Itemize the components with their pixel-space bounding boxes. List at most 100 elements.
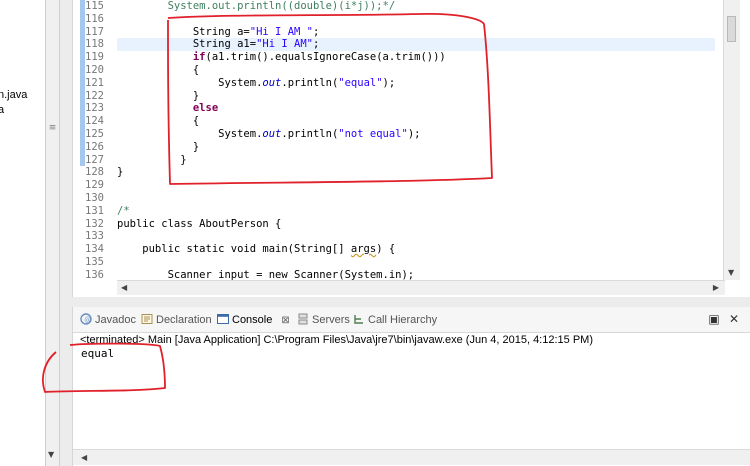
code-token: }: [117, 153, 187, 166]
declaration-icon: [141, 314, 153, 324]
console-output[interactable]: equal: [81, 347, 114, 361]
code-token: .println(: [281, 76, 339, 89]
line-number: 118: [85, 38, 104, 51]
package-explorer-item[interactable]: n.java: [0, 89, 27, 101]
svg-text:@: @: [84, 316, 91, 324]
code-token: );: [407, 128, 421, 140]
line-number: 123: [85, 102, 104, 115]
console-icon: [217, 314, 229, 324]
tab-label: Console: [232, 314, 273, 326]
scroll-down-arrow-icon[interactable]: ▼: [728, 268, 734, 277]
close-tab-icon[interactable]: ⊠: [281, 315, 289, 326]
view-sash[interactable]: [60, 0, 72, 466]
code-line[interactable]: String a1="Hi I AM";: [117, 38, 319, 51]
line-number: 131: [85, 204, 104, 217]
scroll-left-arrow-icon[interactable]: ◀: [81, 453, 87, 462]
scroll-left-arrow-icon[interactable]: ◀: [121, 283, 127, 292]
pane-divider[interactable]: [72, 297, 750, 307]
servers-icon: [298, 313, 308, 325]
code-token: "not equal": [338, 128, 408, 140]
line-number: 117: [85, 25, 104, 38]
code-token: String a1=: [117, 38, 257, 51]
code-token: else: [192, 102, 219, 115]
code-line[interactable]: {: [117, 64, 199, 77]
code-token: System.: [117, 76, 263, 89]
code-token: out: [262, 76, 282, 89]
code-line[interactable]: System.out.println("equal");: [117, 77, 395, 90]
code-token: args: [350, 243, 377, 256]
tab-console[interactable]: Console ⊠: [217, 312, 290, 328]
editor-annotation-ruler: [73, 0, 78, 297]
code-token: {: [117, 115, 200, 128]
tab-label: Servers: [312, 314, 350, 326]
code-line[interactable]: public class AboutPerson {: [117, 218, 281, 231]
line-number: 119: [85, 51, 104, 64]
editor-vertical-scrollbar[interactable]: ▼: [723, 0, 740, 280]
javadoc-icon: @: [80, 313, 92, 325]
tab-servers[interactable]: Servers: [297, 312, 350, 328]
code-token: public class AboutPerson {: [117, 217, 282, 230]
code-token: /*: [117, 204, 130, 217]
code-token: "Hi I AM": [256, 38, 313, 51]
code-line[interactable]: {: [117, 115, 199, 128]
package-explorer-scrollbar[interactable]: ≡ ▼: [45, 0, 60, 466]
line-number: 132: [85, 217, 104, 230]
scroll-grip-icon[interactable]: ≡: [48, 124, 57, 133]
code-token: ;: [312, 38, 320, 51]
code-token: }: [117, 140, 200, 153]
code-editor[interactable]: 115 116 117 118 119 120 121 122 123 124 125 126 127 1…: [72, 0, 750, 297]
code-line[interactable]: else: [117, 102, 218, 115]
code-token: Scanner input = new Scanner(System.in);: [117, 268, 415, 281]
code-line[interactable]: }: [117, 141, 199, 154]
code-token: String a=: [117, 25, 250, 38]
code-line[interactable]: }: [117, 153, 187, 167]
scroll-thumb[interactable]: [727, 16, 736, 42]
line-number: 130: [85, 192, 104, 204]
code-token: (a1.trim().equalsIgnoreCase(a.trim())): [205, 51, 446, 64]
code-line[interactable]: System.out.println("not equal");: [117, 128, 420, 141]
code-token: out: [262, 128, 282, 140]
code-line[interactable]: }: [117, 90, 199, 103]
line-number: 121: [85, 76, 104, 89]
console-process-header: <terminated> Main [Java Application] C:\…: [80, 334, 593, 346]
code-line[interactable]: String a="Hi I AM ";: [117, 26, 319, 39]
editor-horizontal-scrollbar[interactable]: ◀ ▶: [117, 280, 725, 295]
tab-javadoc[interactable]: @ Javadoc: [80, 312, 136, 328]
line-number: 136: [85, 268, 104, 281]
tab-declaration[interactable]: Declaration: [141, 312, 212, 328]
line-number: 135: [85, 256, 104, 268]
line-number: 125: [85, 128, 104, 140]
code-token: }: [117, 166, 124, 179]
line-number: 120: [85, 64, 104, 76]
code-token: "equal": [338, 76, 383, 89]
tab-label: Declaration: [156, 314, 212, 326]
console-view: @ Javadoc Declaration Console ⊠ Servers C…: [72, 307, 750, 466]
line-number: 124: [85, 115, 104, 128]
view-tab-bar: @ Javadoc Declaration Console ⊠ Servers C…: [73, 307, 750, 333]
package-explorer-panel: n.java a: [0, 0, 45, 466]
terminate-icon[interactable]: ▣: [707, 312, 721, 326]
line-number: 128: [85, 166, 104, 179]
scroll-down-arrow-icon[interactable]: ▼: [48, 450, 54, 459]
scroll-right-arrow-icon[interactable]: ▶: [713, 283, 719, 292]
code-line[interactable]: public static void main(String[] args) {: [117, 243, 395, 256]
console-horizontal-scrollbar[interactable]: ◀: [73, 449, 750, 465]
code-token: System.out.println((double)(i*j));*/: [117, 0, 396, 12]
code-token: ;: [312, 25, 320, 38]
tab-call-hierarchy[interactable]: Call Hierarchy: [353, 312, 437, 328]
code-line[interactable]: }: [117, 166, 123, 179]
code-token: {: [117, 64, 200, 76]
code-line[interactable]: if(a1.trim().equalsIgnoreCase(a.trim())): [117, 51, 446, 64]
code-token: System.: [117, 128, 263, 140]
package-explorer-item[interactable]: a: [0, 104, 4, 116]
code-line[interactable]: System.out.println((double)(i*j));*/: [117, 0, 396, 13]
code-line[interactable]: /*: [117, 205, 130, 218]
code-token: );: [382, 76, 396, 89]
remove-launch-icon[interactable]: ✕: [727, 312, 741, 326]
line-number: 129: [85, 179, 104, 192]
call-hierarchy-icon: [354, 315, 363, 324]
line-number: 133: [85, 230, 104, 243]
tab-label: Javadoc: [95, 314, 136, 326]
